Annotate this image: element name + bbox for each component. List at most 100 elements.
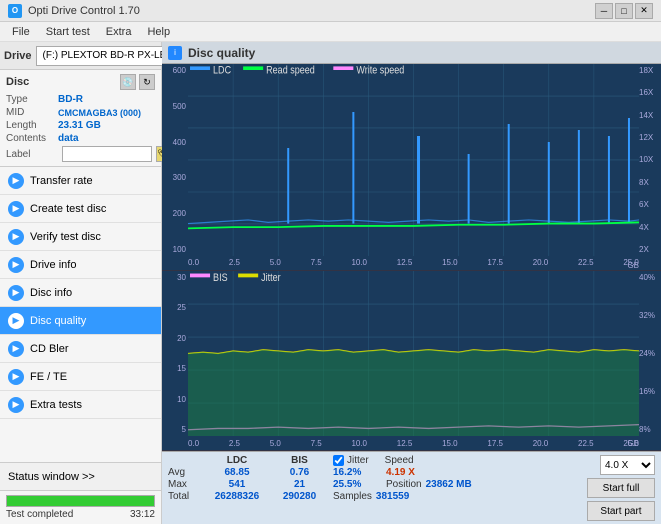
position-val: 23862 MB: [426, 479, 472, 490]
total-bis: 290280: [272, 491, 327, 502]
status-window-nav[interactable]: Status window >>: [0, 462, 161, 490]
progress-status: Test completed 33:12: [6, 509, 155, 520]
x-10: 10.0: [351, 258, 367, 267]
y-r-32: 32%: [639, 311, 661, 320]
disc-type-row: Type BD-R: [6, 94, 155, 105]
menu-file[interactable]: File: [4, 24, 38, 40]
y-r-24: 24%: [639, 349, 661, 358]
chart-title: Disc quality: [188, 46, 255, 60]
nav-create-test-disc-label: Create test disc: [30, 203, 106, 215]
top-chart-svg: LDC Read speed Write speed: [188, 64, 639, 256]
y-b-15: 15: [162, 364, 188, 373]
svg-text:Read speed: Read speed: [266, 65, 315, 77]
x-b-2-5: 2.5: [229, 439, 240, 448]
nav-transfer-rate[interactable]: ▶ Transfer rate: [0, 167, 161, 195]
svg-text:Write speed: Write speed: [356, 65, 404, 77]
nav-verify-test-disc[interactable]: ▶ Verify test disc: [0, 223, 161, 251]
nav-extra-tests-label: Extra tests: [30, 399, 82, 411]
disc-label-key: Label: [6, 149, 58, 160]
disc-type-key: Type: [6, 94, 58, 105]
chart-icon: i: [168, 46, 182, 60]
minimize-button[interactable]: ─: [595, 3, 613, 19]
nav-transfer-rate-label: Transfer rate: [30, 175, 93, 187]
y-label-500: 500: [162, 102, 188, 111]
main-content: Drive (F:) PLEXTOR BD-R PX-LB950SA 1.06 …: [0, 42, 661, 524]
close-button[interactable]: ✕: [635, 3, 653, 19]
speed-dropdown-row: 4.0 X: [600, 455, 655, 475]
x-b-20: 20.0: [533, 439, 549, 448]
menu-start-test[interactable]: Start test: [38, 24, 98, 40]
menu-extra[interactable]: Extra: [98, 24, 140, 40]
jitter-checkbox[interactable]: [333, 455, 344, 466]
extra-tests-icon: ▶: [8, 397, 24, 413]
y-right-16x: 16X: [639, 88, 661, 97]
right-panel: i Disc quality 600 500 400 300 200 100 1…: [162, 42, 661, 524]
y-right-12x: 12X: [639, 133, 661, 142]
nav-drive-info[interactable]: ▶ Drive info: [0, 251, 161, 279]
max-ldc: 541: [202, 479, 272, 490]
cd-bler-icon: ▶: [8, 341, 24, 357]
max-bis: 21: [272, 479, 327, 490]
stats-main-row: LDC BIS Jitter Speed Avg 68.85 0.76 16.2: [168, 455, 655, 521]
y-label-100: 100: [162, 245, 188, 254]
disc-length-key: Length: [6, 120, 58, 131]
y-axis-right-top: 18X 16X 14X 12X 10X 8X 6X 4X 2X: [639, 64, 661, 256]
disc-icon-btn[interactable]: 💿: [120, 74, 136, 90]
nav-extra-tests[interactable]: ▶ Extra tests: [0, 391, 161, 419]
x-7-5: 7.5: [311, 258, 322, 267]
nav-verify-test-disc-label: Verify test disc: [30, 231, 101, 243]
disc-mid-val: CMCMAGBA3 (000): [58, 108, 141, 118]
drive-info-icon: ▶: [8, 257, 24, 273]
avg-speed: 4.19 X: [386, 467, 415, 478]
status-window-label: Status window >>: [8, 471, 95, 483]
disc-quality-icon: ▶: [8, 313, 24, 329]
drive-label: Drive: [4, 50, 32, 62]
stats-total-row: Total 26288326 290280 Samples 381559: [168, 491, 583, 502]
start-full-button[interactable]: Start full: [587, 478, 655, 498]
start-part-button[interactable]: Start part: [587, 501, 655, 521]
nav-disc-info[interactable]: ▶ Disc info: [0, 279, 161, 307]
disc-refresh-btn[interactable]: ↻: [139, 74, 155, 90]
y-right-18x: 18X: [639, 66, 661, 75]
x-unit-bottom: GB: [627, 439, 639, 448]
x-b-10: 10.0: [351, 439, 367, 448]
title-bar: O Opti Drive Control 1.70 ─ □ ✕: [0, 0, 661, 22]
nav-create-test-disc[interactable]: ▶ Create test disc: [0, 195, 161, 223]
x-b-17-5: 17.5: [487, 439, 503, 448]
left-panel: Drive (F:) PLEXTOR BD-R PX-LB950SA 1.06 …: [0, 42, 162, 524]
menu-help[interactable]: Help: [139, 24, 178, 40]
fe-te-icon: ▶: [8, 369, 24, 385]
progress-bar-fill: [7, 496, 154, 506]
disc-info-icon: ▶: [8, 285, 24, 301]
verify-test-disc-icon: ▶: [8, 229, 24, 245]
disc-contents-row: Contents data: [6, 133, 155, 144]
nav-fe-te[interactable]: ▶ FE / TE: [0, 363, 161, 391]
y-axis-left-top: 600 500 400 300 200 100: [162, 64, 188, 256]
nav-cd-bler[interactable]: ▶ CD Bler: [0, 335, 161, 363]
x-2-5: 2.5: [229, 258, 240, 267]
maximize-button[interactable]: □: [615, 3, 633, 19]
max-label: Max: [168, 479, 202, 490]
charts-container: 600 500 400 300 200 100 18X 16X 14X 12X …: [162, 64, 661, 451]
x-15: 15.0: [442, 258, 458, 267]
progress-bar-container: [6, 495, 155, 507]
status-text: Test completed: [6, 509, 73, 520]
label-input[interactable]: [62, 146, 152, 162]
x-b-0: 0.0: [188, 439, 199, 448]
y-right-2x: 2X: [639, 245, 661, 254]
nav-disc-quality[interactable]: ▶ Disc quality: [0, 307, 161, 335]
stats-right-controls: 4.0 X Start full Start part: [587, 455, 655, 521]
x-22-5: 22.5: [578, 258, 594, 267]
y-b-20: 20: [162, 334, 188, 343]
samples-val: 381559: [376, 491, 409, 502]
test-speed-dropdown[interactable]: 4.0 X: [600, 455, 655, 475]
x-axis-bottom: 0.0 2.5 5.0 7.5 10.0 12.5 15.0 17.5 20.0…: [188, 436, 639, 450]
y-label-400: 400: [162, 138, 188, 147]
app-title: Opti Drive Control 1.70: [28, 5, 140, 17]
avg-ldc: 68.85: [202, 467, 272, 478]
jitter-label: Jitter: [347, 455, 369, 466]
stats-ldc-header: LDC: [202, 455, 272, 466]
nav-cd-bler-label: CD Bler: [30, 343, 69, 355]
chart-header: i Disc quality: [162, 42, 661, 64]
nav-list: ▶ Transfer rate ▶ Create test disc ▶ Ver…: [0, 167, 161, 462]
